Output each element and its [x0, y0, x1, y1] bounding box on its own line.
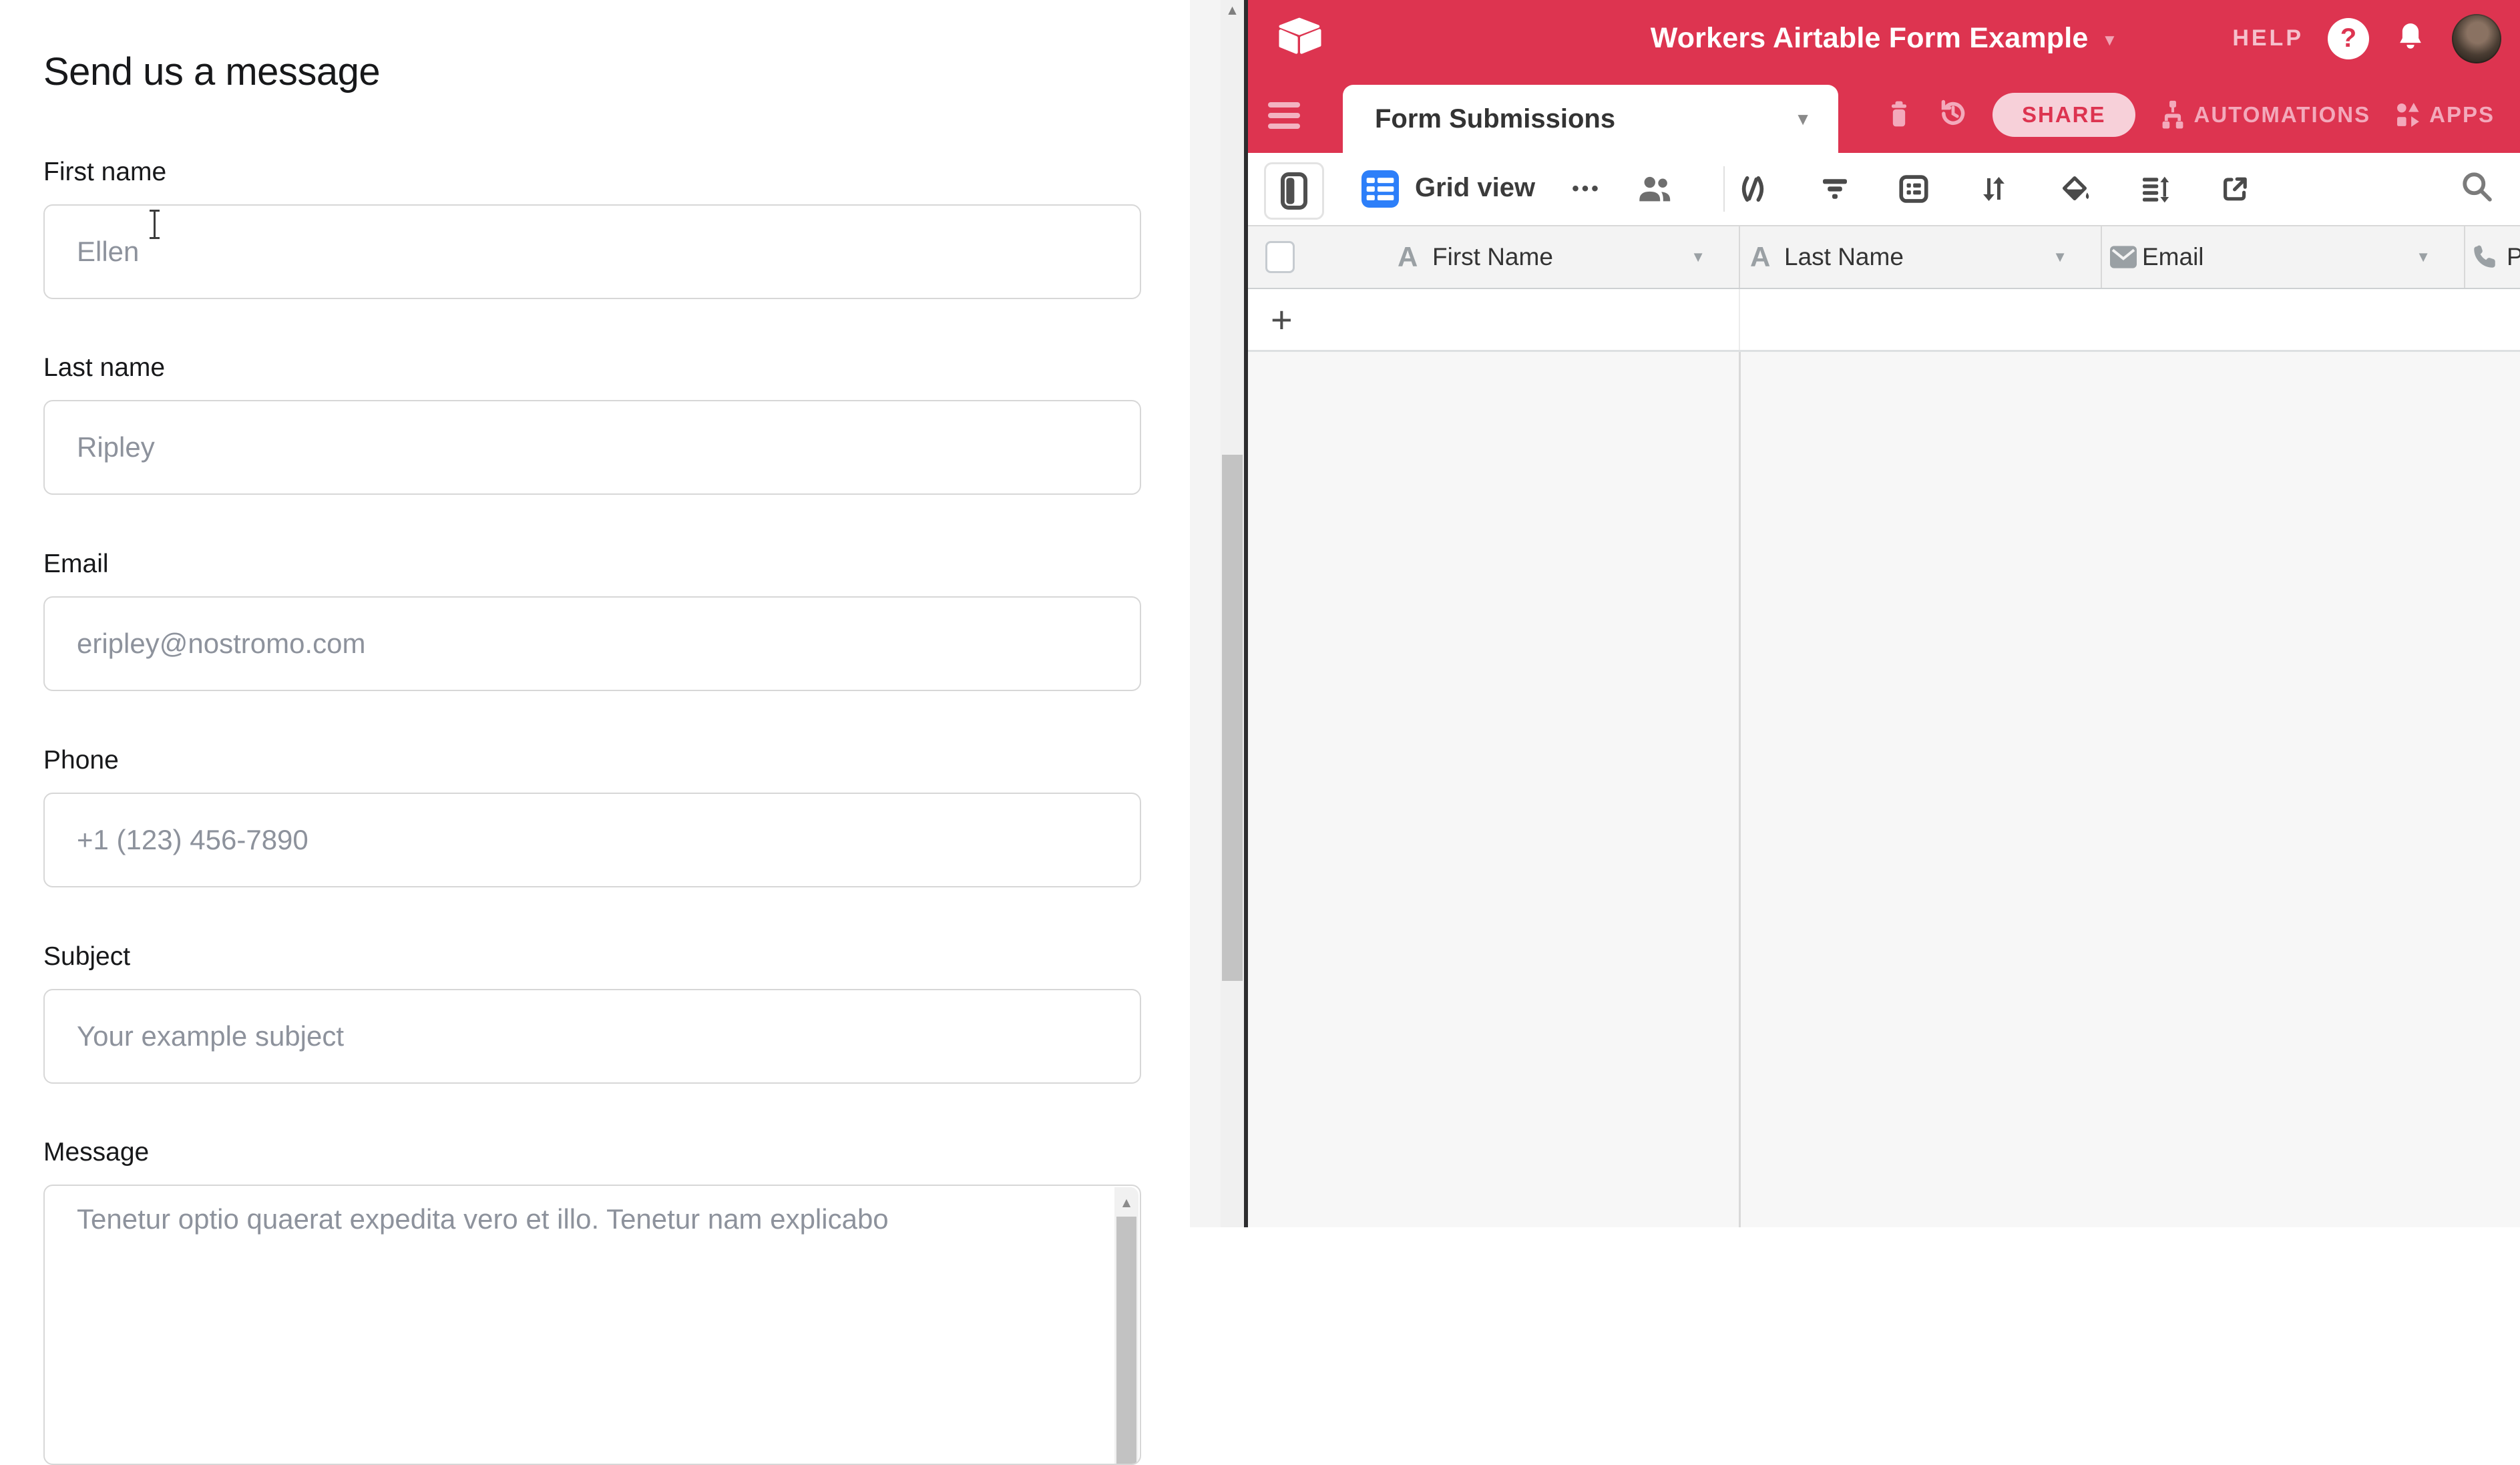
view-toolbar: Grid view •••: [1248, 153, 2520, 226]
page-scrollbar[interactable]: ▲: [1221, 0, 1244, 1227]
scroll-up-arrow-icon[interactable]: ▲: [1114, 1195, 1138, 1211]
hide-fields-icon[interactable]: [1733, 168, 1773, 210]
filter-icon[interactable]: [1815, 168, 1855, 210]
user-avatar[interactable]: [2452, 14, 2501, 63]
form-pane-gutter: [1190, 0, 1221, 1227]
frozen-column-separator: [1739, 352, 1741, 1227]
automations-label: AUTOMATIONS: [2194, 102, 2371, 128]
grid-view-icon[interactable]: [1361, 170, 1399, 211]
history-icon[interactable]: [1936, 97, 1970, 134]
subject-input[interactable]: [43, 989, 1141, 1084]
first-name-input[interactable]: [43, 204, 1141, 299]
share-button[interactable]: SHARE: [1992, 93, 2135, 137]
apps-label: APPS: [2429, 102, 2495, 128]
form-title: Send us a message: [43, 49, 380, 94]
column-header-last-name[interactable]: A Last Name ▼: [1739, 226, 2102, 288]
message-scrollbar[interactable]: ▲: [1114, 1187, 1138, 1464]
message-text: Tenetur optio quaerat expedita vero et i…: [77, 1202, 1052, 1237]
add-row[interactable]: +: [1248, 289, 2520, 352]
contact-form-pane: Send us a message First name Last name E…: [0, 0, 1190, 1227]
message-scrollbar-thumb[interactable]: [1116, 1217, 1136, 1465]
tab-form-submissions[interactable]: Form Submissions ▼: [1343, 85, 1838, 153]
column-name: Email: [2142, 226, 2204, 288]
column-name: Last Name: [1784, 226, 1904, 288]
column-header-email[interactable]: Email ▼: [2101, 226, 2465, 288]
scrollbar-up-arrow-icon[interactable]: ▲: [1221, 3, 1244, 19]
message-label: Message: [43, 1138, 149, 1167]
last-name-label: Last name: [43, 353, 165, 383]
last-name-input[interactable]: [43, 400, 1141, 495]
search-icon[interactable]: [2458, 168, 2495, 208]
view-options-ellipsis-icon[interactable]: •••: [1556, 168, 1617, 210]
column-name: First Name: [1432, 226, 1553, 288]
column-header-first-name[interactable]: A First Name ▼: [1248, 226, 1740, 288]
add-row-plus-icon[interactable]: +: [1271, 289, 1293, 350]
email-label: Email: [43, 550, 109, 579]
column-header-phone[interactable]: Phone: [2464, 226, 2520, 288]
phone-label: Phone: [43, 746, 119, 775]
select-all-checkbox[interactable]: [1265, 241, 1295, 273]
automations-button[interactable]: AUTOMATIONS: [2158, 99, 2371, 131]
base-title[interactable]: Workers Airtable Form Example: [1651, 22, 2089, 55]
notifications-bell-icon[interactable]: [2393, 19, 2428, 57]
column-caret-icon[interactable]: ▼: [2416, 226, 2431, 288]
view-sidebar-toggle-button[interactable]: [1264, 162, 1324, 220]
phone-field-type-icon: [2471, 226, 2499, 288]
text-field-type-icon: A: [1398, 226, 1418, 288]
help-question-icon[interactable]: ?: [2328, 18, 2369, 59]
sort-icon[interactable]: [1974, 168, 2014, 210]
view-name[interactable]: Grid view: [1415, 173, 1535, 203]
table-tab-label: Form Submissions: [1375, 104, 1615, 134]
email-field[interactable]: [43, 596, 1141, 691]
grid-empty-area: [1248, 352, 2520, 1227]
column-caret-icon[interactable]: ▼: [1691, 226, 1705, 288]
title-caret-icon: ▼: [2102, 27, 2118, 50]
help-button[interactable]: HELP: [2232, 25, 2304, 51]
first-name-label: First name: [43, 158, 166, 187]
text-cursor-icon: [148, 208, 162, 240]
group-icon[interactable]: [1894, 168, 1934, 210]
toolbar-separator: [1723, 166, 1725, 212]
phone-field[interactable]: [43, 793, 1141, 887]
subject-label: Subject: [43, 942, 130, 972]
column-name: Phone: [2507, 226, 2520, 288]
share-view-icon[interactable]: [2215, 168, 2255, 210]
airtable-topbar: Workers Airtable Form Example ▼ HELP ?: [1248, 0, 2520, 77]
column-caret-icon[interactable]: ▼: [2053, 226, 2067, 288]
tables-menu-icon[interactable]: [1268, 102, 1300, 130]
grid-header-row: A First Name ▼ A Last Name ▼ Email ▼: [1248, 225, 2520, 289]
message-textarea[interactable]: Tenetur optio quaerat expedita vero et i…: [43, 1185, 1141, 1465]
column-separator: [1739, 289, 1740, 350]
airtable-tabbar: Form Submissions ▼ SHARE: [1248, 77, 2520, 153]
text-field-type-icon: A: [1750, 226, 1770, 288]
airtable-pane: Workers Airtable Form Example ▼ HELP ? F…: [1248, 0, 2520, 1227]
email-field-type-icon: [2110, 226, 2137, 288]
page-scrollbar-thumb[interactable]: [1222, 455, 1243, 981]
color-fill-icon[interactable]: [2055, 168, 2095, 210]
table-tab-caret-icon[interactable]: ▼: [1794, 109, 1812, 130]
apps-button[interactable]: APPS: [2393, 99, 2495, 130]
trash-icon[interactable]: [1884, 97, 1914, 133]
row-height-icon[interactable]: [2135, 168, 2175, 210]
collaborators-icon[interactable]: [1635, 169, 1674, 211]
